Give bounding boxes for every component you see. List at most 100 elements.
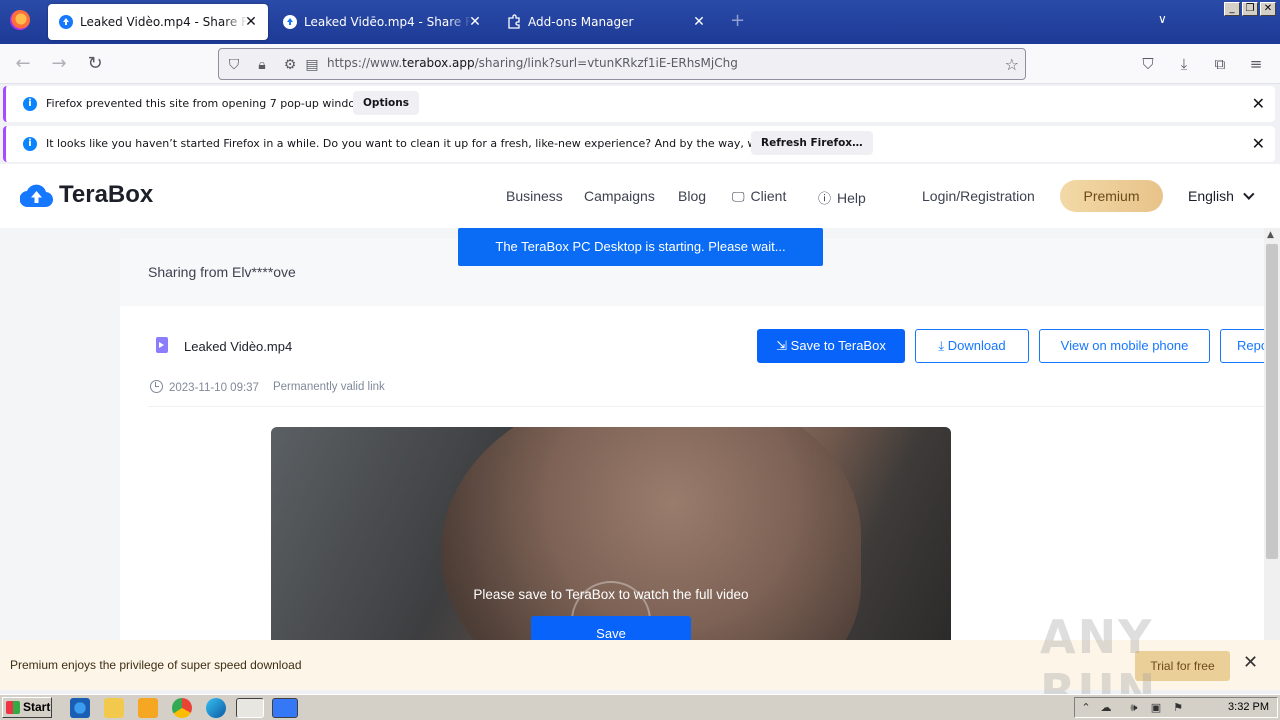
taskbar: Start ⌃ ☁ 🕪︎ ▣ ⚑ 3:32 PM [0, 694, 1280, 720]
pocket-icon[interactable]: ⛉ [1137, 53, 1159, 75]
windows-flag-icon [6, 701, 20, 714]
nav-business[interactable]: Business [506, 188, 563, 204]
internet-explorer-icon[interactable] [70, 698, 90, 718]
close-icon[interactable]: ✕ [1252, 94, 1265, 113]
terabox-logo[interactable]: TeraBox [20, 181, 153, 209]
tray-expand-icon[interactable]: ⌃ [1079, 701, 1093, 715]
tab-title: Leaked Vidēo.mp4 - Share Files On [304, 15, 472, 29]
nav-campaigns[interactable]: Campaigns [584, 188, 655, 204]
terabox-icon [59, 15, 73, 29]
tab-addons-manager[interactable]: Add-ons Manager ✕ [496, 4, 716, 40]
nav-help[interactable]: ⓘ Help [818, 188, 866, 207]
firefox-taskbar-button[interactable] [236, 698, 264, 718]
folder-icon[interactable] [104, 698, 124, 718]
forward-button[interactable]: → [48, 53, 70, 75]
tab-title: Add-ons Manager [528, 15, 634, 29]
download-icon: ⤓ [938, 338, 948, 353]
scroll-up-icon[interactable]: ▲ [1267, 230, 1274, 240]
notification-message: It looks like you haven’t started Firefo… [46, 137, 831, 150]
save-label: Save to TeraBox [790, 338, 886, 353]
edge-icon[interactable] [206, 698, 226, 718]
info-icon: i [23, 97, 37, 111]
notification-message: Firefox prevented this site from opening… [46, 97, 374, 110]
puzzle-icon [508, 14, 520, 29]
view-on-mobile-button[interactable]: View on mobile phone [1039, 329, 1210, 363]
help-icon: ⓘ [818, 191, 832, 206]
start-button[interactable]: Start [2, 697, 52, 718]
close-tab-icon[interactable]: ✕ [242, 13, 260, 31]
desktop-starting-toast: The TeraBox PC Desktop is starting. Plea… [458, 228, 823, 266]
volume-icon[interactable]: 🕪︎ [1127, 701, 1141, 715]
url-text[interactable]: https://www.terabox.app/sharing/link?sur… [327, 56, 738, 70]
chrome-icon[interactable] [172, 698, 192, 718]
action-center-flag-icon[interactable]: ⚑ [1171, 701, 1185, 715]
terabox-tray-icon[interactable]: ☁ [1099, 701, 1113, 715]
file-meta: 2023-11-10 09:37 Permanently valid link [150, 380, 385, 394]
terabox-taskbar-button[interactable] [272, 698, 298, 718]
close-icon[interactable]: ✕ [1252, 134, 1265, 153]
language-selector[interactable]: English [1188, 188, 1255, 204]
list-all-tabs-button[interactable]: ∨ [1158, 12, 1167, 26]
sharing-from-text: Sharing from Elv****ove [148, 264, 296, 280]
system-tray: ⌃ ☁ 🕪︎ ▣ ⚑ 3:32 PM [1074, 697, 1278, 718]
save-to-terabox-button[interactable]: ⇲ Save to TeraBox [757, 329, 905, 363]
info-icon: i [23, 137, 37, 151]
tab-leaked-video-1[interactable]: Leaked Vidèo.mp4 - Share Files On ✕ [48, 4, 268, 40]
site-header: TeraBox Business Campaigns Blog 🖵 Client … [0, 164, 1280, 228]
login-registration-link[interactable]: Login/Registration [922, 188, 1035, 204]
window-controls: _ ❐ ✕ [1224, 2, 1276, 16]
clock[interactable]: 3:32 PM [1228, 701, 1269, 713]
refresh-firefox-button[interactable]: Refresh Firefox… [751, 131, 873, 155]
page-icon: ▤ [305, 57, 319, 73]
monitor-icon: 🖵 [732, 189, 745, 204]
extensions-icon[interactable]: ⧉ [1209, 53, 1231, 75]
restore-button[interactable]: ❐ [1242, 2, 1258, 16]
close-tab-icon[interactable]: ✕ [690, 13, 708, 31]
nav-client-label: Client [750, 188, 787, 204]
file-date: 2023-11-10 09:37 [150, 380, 259, 394]
media-player-icon[interactable] [138, 698, 158, 718]
url-bar[interactable]: ⛉ 🔒︎ ⚙ ▤ https://www.terabox.app/sharing… [218, 48, 1026, 80]
scrollbar-thumb[interactable] [1266, 244, 1278, 559]
new-tab-button[interactable]: + [730, 10, 745, 31]
terabox-logo-icon [20, 184, 53, 207]
tab-leaked-video-2[interactable]: Leaked Vidēo.mp4 - Share Files On ✕ [272, 4, 492, 40]
downloads-icon[interactable]: ⤓ [1173, 53, 1195, 75]
premium-button[interactable]: Premium [1060, 180, 1163, 212]
refresh-firefox-notification: i It looks like you haven’t started Fire… [3, 126, 1275, 162]
close-window-button[interactable]: ✕ [1260, 2, 1276, 16]
menu-icon[interactable]: ≡ [1245, 53, 1267, 75]
network-icon[interactable]: ▣ [1149, 701, 1163, 715]
options-button[interactable]: Options [353, 91, 419, 115]
tab-strip: Leaked Vidèo.mp4 - Share Files On ✕ Leak… [0, 0, 1280, 44]
firefox-icon[interactable] [10, 10, 30, 30]
tab-title: Leaked Vidèo.mp4 - Share Files On [80, 15, 248, 29]
nav-client[interactable]: 🖵 Client [732, 188, 786, 205]
download-button[interactable]: ⤓ Download [915, 329, 1029, 363]
bookmark-star-icon[interactable]: ☆ [1005, 55, 1019, 74]
logo-text: TeraBox [59, 181, 154, 208]
chevron-down-icon [1243, 188, 1255, 200]
divider [148, 406, 1264, 407]
save-icon: ⇲ [776, 338, 791, 353]
reload-button[interactable]: ↻ [84, 53, 106, 75]
popup-blocked-notification: i Firefox prevented this site from openi… [3, 86, 1275, 122]
terabox-icon [283, 15, 297, 29]
permissions-icon[interactable]: ⚙ [281, 56, 299, 74]
file-name: Leaked Vidèo.mp4 [184, 339, 293, 354]
promo-text: Premium enjoys the privilege of super sp… [10, 658, 302, 672]
download-label: Download [947, 338, 1006, 353]
minimize-button[interactable]: _ [1224, 2, 1240, 16]
back-button[interactable]: ← [12, 53, 34, 75]
nav-blog[interactable]: Blog [678, 188, 706, 204]
shield-icon[interactable]: ⛉ [225, 56, 243, 74]
clock-icon [150, 380, 163, 393]
close-tab-icon[interactable]: ✕ [466, 13, 484, 31]
language-label: English [1188, 188, 1234, 204]
video-overlay-text: Please save to TeraBox to watch the full… [473, 587, 749, 602]
lock-icon[interactable]: 🔒︎ [253, 56, 271, 74]
file-date-text: 2023-11-10 09:37 [169, 382, 259, 394]
video-file-icon [156, 337, 168, 353]
link-validity: Permanently valid link [272, 381, 385, 393]
nav-help-label: Help [837, 190, 866, 206]
